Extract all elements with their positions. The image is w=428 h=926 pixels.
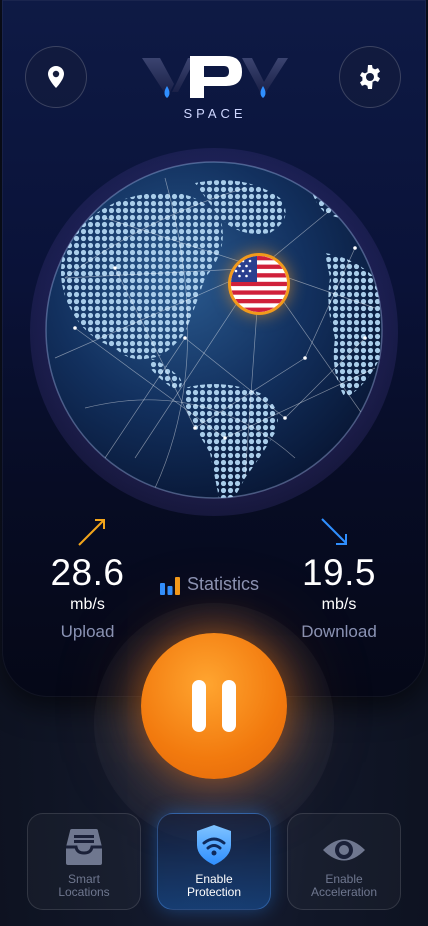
enable-protection-button[interactable]: Enable Protection <box>157 813 271 910</box>
download-arrow-icon <box>321 518 347 545</box>
enable-acceleration-button[interactable]: Enable Acceleration <box>287 813 401 910</box>
upload-value: 28.6 <box>50 552 125 593</box>
location-button[interactable] <box>25 46 87 108</box>
map-pin-icon <box>48 66 64 88</box>
bar-chart-icon <box>160 576 180 595</box>
shield-wifi-icon <box>197 825 231 865</box>
logo-subtitle: SPACE <box>183 106 247 121</box>
download-value: 19.5 <box>301 552 376 593</box>
app-logo: SPACE <box>138 50 292 126</box>
smart-locations-button[interactable]: Smart Locations <box>27 813 141 910</box>
download-stat: 19.5 mb/s Download <box>290 552 388 642</box>
eye-icon <box>323 839 365 861</box>
download-label: Download <box>301 622 377 641</box>
pause-icon-bar <box>222 680 236 732</box>
app-screen: SPACE 28.6 mb/s Upload Statistics 19.5 m… <box>0 0 428 926</box>
statistics-link[interactable]: Statistics <box>159 574 259 595</box>
bottom-nav: Smart Locations Enable Protection Enable… <box>27 813 402 910</box>
world-globe <box>45 161 383 499</box>
upload-label: Upload <box>60 622 115 641</box>
smart-locations-label-line2: Locations <box>58 885 110 899</box>
enable-acceleration-label-line2: Acceleration <box>310 885 378 899</box>
inbox-tray-icon <box>66 829 102 865</box>
pause-icon <box>192 680 206 732</box>
upload-arrow-icon <box>78 519 105 546</box>
upload-stat: 28.6 mb/s Upload <box>40 552 135 642</box>
enable-protection-label-line2: Protection <box>186 885 242 899</box>
settings-button[interactable] <box>339 46 401 108</box>
us-flag-icon[interactable] <box>228 253 290 315</box>
download-unit: mb/s <box>321 596 357 613</box>
gear-icon <box>360 65 380 89</box>
pause-connection-button[interactable] <box>141 633 287 779</box>
upload-unit: mb/s <box>70 596 105 613</box>
statistics-label: Statistics <box>187 574 260 594</box>
